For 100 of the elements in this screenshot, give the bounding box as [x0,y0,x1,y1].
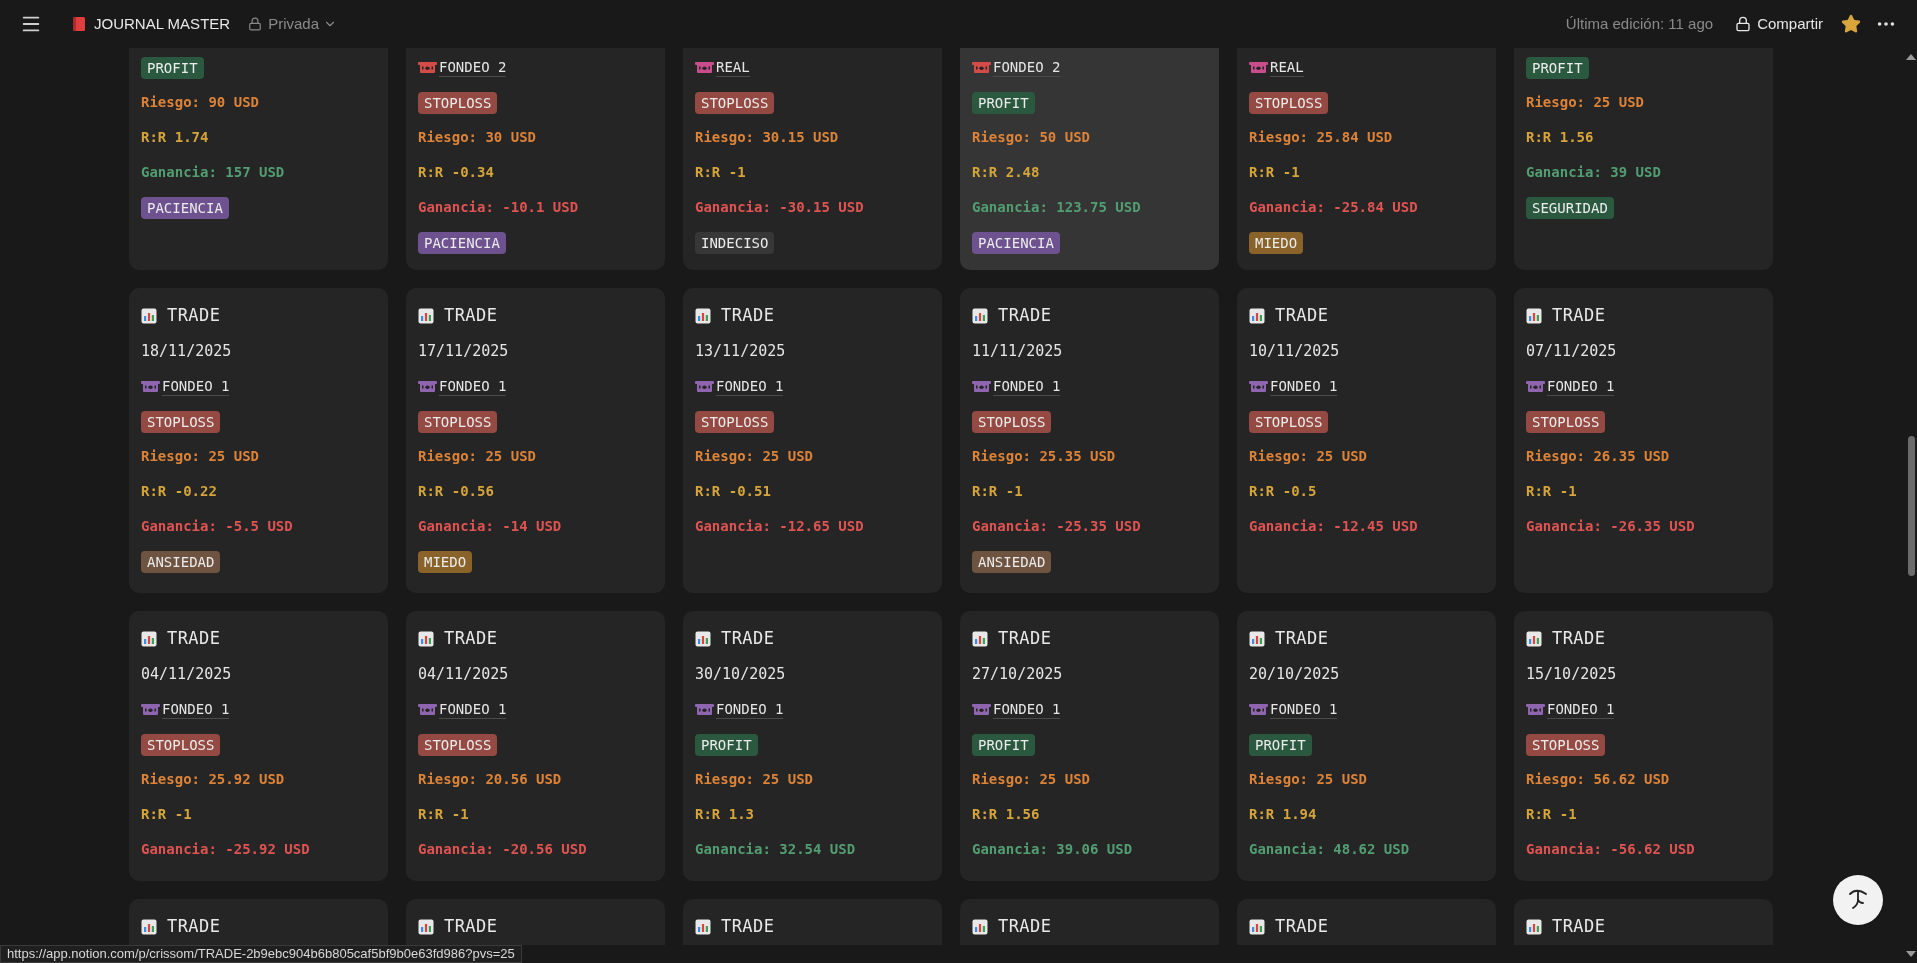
trade-card[interactable]: TRADE 04/11/2025 FONDEO 1 STOPLOSS Riesgo: 25.92 USD R:R -1 Ganancia: -25.92 USD [129,611,388,881]
profit-text: Ganancia: 48.62 USD [1249,840,1410,859]
risk-reward-text: R:R -1 [1249,163,1300,182]
risk-text: Riesgo: 25 USD [695,447,813,466]
account-link[interactable]: FONDEO 1 [1270,377,1338,396]
trade-card[interactable]: PROFIT Riesgo: 25 USD R:R 1.56 Ganancia: 39 USD SEGURIDAD [1514,48,1773,270]
account-link[interactable]: REAL [716,58,750,77]
result-tag: PROFIT [1249,733,1312,756]
result-tag: STOPLOSS [695,410,775,433]
share-button[interactable]: Compartir [1735,12,1823,36]
trade-card[interactable]: FONDEO 2 STOPLOSS Riesgo: 30 USD R:R -0.34 Ganancia: -10.1 USD PACIENCIA [406,48,665,270]
result-tag: PROFIT [972,91,1035,114]
help-button[interactable] [1833,875,1883,925]
profit-text: Ganancia: -30.15 USD [695,198,864,217]
risk-reward-text: R:R -1 [1526,805,1577,824]
profit-text: Ganancia: -20.56 USD [418,840,587,859]
profit-text: Ganancia: -5.5 USD [141,517,293,536]
account-link[interactable]: FONDEO 2 [993,58,1061,77]
page-title[interactable]: JOURNAL MASTER [94,12,231,36]
card-title: TRADE [721,915,775,939]
trade-card[interactable]: TRADE 10/11/2025 FONDEO 1 STOPLOSS Riesgo: 25 USD R:R -0.5 Ganancia: -12.45 USD [1237,288,1496,593]
trade-card[interactable]: TRADE 13/11/2025 FONDEO 1 STOPLOSS Riesgo: 25 USD R:R -0.51 Ganancia: -12.65 USD [683,288,942,593]
bar-chart-icon [141,308,157,324]
trade-date: 18/11/2025 [141,341,232,363]
card-title: TRADE [167,915,221,939]
risk-text: Riesgo: 30 USD [418,128,536,147]
profit-text: Ganancia: -25.84 USD [1249,198,1418,217]
account-link[interactable]: FONDEO 1 [1547,377,1615,396]
profit-text: Ganancia: -12.45 USD [1249,517,1418,536]
result-tag: STOPLOSS [418,91,498,114]
emotion-tag: MIEDO [418,550,473,573]
trade-card[interactable]: TRADE 15/10/2025 FONDEO 1 STOPLOSS Riesgo: 56.62 USD R:R -1 Ganancia: -56.62 USD [1514,611,1773,881]
risk-text: Riesgo: 30.15 USD [695,128,839,147]
risk-text: Riesgo: 25.35 USD [972,447,1116,466]
risk-reward-text: R:R -0.34 [418,163,494,182]
trade-card[interactable]: TRADE [1237,899,1496,945]
trade-card[interactable]: TRADE 27/10/2025 FONDEO 1 PROFIT Riesgo: 25 USD R:R 1.56 Ganancia: 39.06 USD [960,611,1219,881]
result-tag: STOPLOSS [1249,91,1329,114]
account-link[interactable]: FONDEO 1 [162,377,230,396]
card-title: TRADE [1275,627,1329,651]
risk-text: Riesgo: 56.62 USD [1526,770,1670,789]
risk-reward-text: R:R -1 [695,163,746,182]
risk-text: Riesgo: 25 USD [1249,447,1367,466]
risk-reward-text: R:R -0.56 [418,482,494,501]
account-link[interactable]: REAL [1270,58,1304,77]
trade-card[interactable]: FONDEO 2 PROFIT Riesgo: 50 USD R:R 2.48 Ganancia: 123.75 USD PACIENCIA [960,48,1219,270]
account-link[interactable]: FONDEO 1 [439,700,507,719]
trade-card[interactable]: TRADE 20/10/2025 FONDEO 1 PROFIT Riesgo: 25 USD R:R 1.94 Ganancia: 48.62 USD [1237,611,1496,881]
trade-card[interactable]: REAL STOPLOSS Riesgo: 25.84 USD R:R -1 Ganancia: -25.84 USD MIEDO [1237,48,1496,270]
account-link[interactable]: FONDEO 1 [1547,700,1615,719]
trade-card[interactable]: TRADE [129,899,388,945]
card-title: TRADE [1275,304,1329,328]
risk-text: Riesgo: 25 USD [141,447,259,466]
privacy-label[interactable]: Privada [268,12,319,36]
emotion-tag: ANSIEDAD [141,550,221,573]
risk-reward-text: R:R 2.48 [972,163,1040,182]
account-link[interactable]: FONDEO 1 [1270,700,1338,719]
risk-text: Riesgo: 25 USD [1526,93,1644,112]
account-link[interactable]: FONDEO 2 [439,58,507,77]
bar-chart-icon [972,631,988,647]
trade-card[interactable]: TRADE 11/11/2025 FONDEO 1 STOPLOSS Riesgo: 25.35 USD R:R -1 Ganancia: -25.35 USD ANSIEDAD [960,288,1219,593]
trade-card[interactable]: TRADE 17/11/2025 FONDEO 1 STOPLOSS Riesgo: 25 USD R:R -0.56 Ganancia: -14 USD MIEDO [406,288,665,593]
emotion-tag: PACIENCIA [141,196,229,219]
trade-card[interactable]: REAL STOPLOSS Riesgo: 30.15 USD R:R -1 Ganancia: -30.15 USD INDECISO [683,48,942,270]
result-tag: STOPLOSS [1526,410,1606,433]
profit-text: Ganancia: -56.62 USD [1526,840,1695,859]
trade-card[interactable]: TRADE 18/11/2025 FONDEO 1 STOPLOSS Riesgo: 25 USD R:R -0.22 Ganancia: -5.5 USD ANSIEDAD [129,288,388,593]
trade-card[interactable]: TRADE [1514,899,1773,945]
profit-text: Ganancia: 123.75 USD [972,198,1141,217]
risk-text: Riesgo: 50 USD [972,128,1090,147]
trade-card[interactable]: PROFIT Riesgo: 90 USD R:R 1.74 Ganancia: 157 USD PACIENCIA [129,48,388,270]
emotion-tag: SEGURIDAD [1526,196,1614,219]
result-tag: PROFIT [695,733,758,756]
bar-chart-icon [695,631,711,647]
trade-card[interactable]: TRADE [406,899,665,945]
account-link[interactable]: FONDEO 1 [716,377,784,396]
result-tag: STOPLOSS [418,733,498,756]
trade-date: 20/10/2025 [1249,664,1340,686]
card-title: TRADE [444,304,498,328]
trade-date: 07/11/2025 [1526,341,1617,363]
trade-card[interactable]: TRADE 04/11/2025 FONDEO 1 STOPLOSS Riesgo: 20.56 USD R:R -1 Ganancia: -20.56 USD [406,611,665,881]
account-link[interactable]: FONDEO 1 [162,700,230,719]
account-link[interactable]: FONDEO 1 [993,700,1061,719]
trade-card[interactable]: TRADE [960,899,1219,945]
account-link[interactable]: FONDEO 1 [439,377,507,396]
trade-card[interactable]: TRADE 07/11/2025 FONDEO 1 STOPLOSS Riesgo: 26.35 USD R:R -1 Ganancia: -26.35 USD [1514,288,1773,593]
account-link[interactable]: FONDEO 1 [716,700,784,719]
emotion-tag: INDECISO [695,231,775,254]
bar-chart-icon [1249,631,1265,647]
star-icon[interactable] [1841,14,1861,34]
trade-date: 10/11/2025 [1249,341,1340,363]
account-link[interactable]: FONDEO 1 [993,377,1061,396]
risk-reward-text: R:R 1.56 [972,805,1040,824]
scrollbar-thumb[interactable] [1907,436,1915,576]
trade-card[interactable]: TRADE 30/10/2025 FONDEO 1 PROFIT Riesgo: 25 USD R:R 1.3 Ganancia: 32.54 USD [683,611,942,881]
last-edited-text: Última edición: 11 ago [1565,13,1714,34]
profit-text: Ganancia: 39 USD [1526,163,1661,182]
trade-card[interactable]: TRADE [683,899,942,945]
bar-chart-icon [972,919,988,935]
bar-chart-icon [695,919,711,935]
